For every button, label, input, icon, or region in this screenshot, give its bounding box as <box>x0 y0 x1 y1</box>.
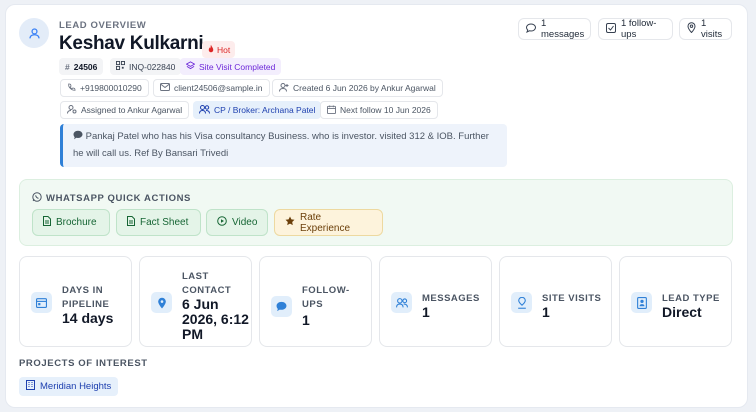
whatsapp-title: WHATSAPP QUICK ACTIONS <box>32 192 191 205</box>
metric-label: FOLLOW-UPS <box>302 285 350 310</box>
project-name: Meridian Heights <box>40 381 112 392</box>
visits-stat[interactable]: 1 visits <box>679 18 732 40</box>
checkbox-icon <box>606 22 616 36</box>
lead-note: Pankaj Patel who has his Visa consultanc… <box>60 124 507 167</box>
messages-count: 1 messages <box>541 18 585 40</box>
hot-badge-label: Hot <box>217 44 231 55</box>
fact-sheet-label: Fact Sheet <box>140 217 189 228</box>
metric-card-messages: MESSAGES 1 <box>379 256 492 347</box>
followups-count: 1 follow-ups <box>621 18 657 40</box>
metric-card-days-in-pipeline: DAYS IN PIPELINE 14 days <box>19 256 132 347</box>
brochure-button[interactable]: Brochure <box>32 209 110 236</box>
next-follow-text: Next follow 10 Jun 2026 <box>340 105 431 115</box>
broker-chip[interactable]: CP / Broker: Archana Patel <box>193 101 322 119</box>
next-follow-chip: Next follow 10 Jun 2026 <box>320 101 438 119</box>
note-text: Pankaj Patel who has his Visa consultanc… <box>73 131 489 159</box>
metric-value: 6 Jun 2026, 6:12 PM <box>182 296 249 342</box>
location-pin-icon <box>687 22 696 36</box>
rate-experience-button[interactable]: Rate Experience <box>274 209 383 236</box>
lead-overview-card: LEAD OVERVIEW Keshav Kulkarni Hot # 2450… <box>5 4 748 408</box>
fact-sheet-button[interactable]: Fact Sheet <box>116 209 201 236</box>
metric-card-follow-ups: FOLLOW-UPS 1 <box>259 256 372 347</box>
layers-icon <box>185 61 196 72</box>
play-circle-icon <box>217 216 227 229</box>
phone-chip[interactable]: +919800010290 <box>60 79 149 97</box>
stage-badge: Site Visit Completed <box>180 58 282 75</box>
video-button[interactable]: Video <box>206 209 268 236</box>
whatsapp-actions-panel: WHATSAPP QUICK ACTIONS Brochure Fact She… <box>19 179 733 246</box>
inquiry-id-chip: INQ-022840 <box>110 58 182 75</box>
metric-card-site-visits: SITE VISITS 1 <box>499 256 612 347</box>
document-icon <box>127 216 135 229</box>
broker-text: CP / Broker: Archana Patel <box>214 105 316 115</box>
star-icon <box>285 216 295 229</box>
whatsapp-icon <box>32 192 42 205</box>
metric-value: 1 <box>542 304 550 320</box>
lead-name: Keshav Kulkarni <box>59 33 204 54</box>
email-chip[interactable]: client24506@sample.in <box>153 79 270 97</box>
hot-badge: Hot <box>202 41 236 58</box>
brochure-label: Brochure <box>56 217 97 228</box>
video-label: Video <box>232 217 258 228</box>
metric-value: 14 days <box>62 310 114 326</box>
location-pin-icon <box>151 292 172 313</box>
chat-icon <box>525 22 537 36</box>
user-plus-icon <box>279 82 289 94</box>
building-icon <box>26 380 35 393</box>
id-badge-icon <box>631 292 652 313</box>
metric-label: MESSAGES <box>422 293 480 304</box>
lead-id: 24506 <box>73 61 98 72</box>
phone-icon <box>67 82 76 94</box>
inquiry-id: INQ-022840 <box>129 61 176 72</box>
visits-count: 1 visits <box>701 18 723 40</box>
user-gear-icon <box>67 104 77 116</box>
metric-card-lead-type: LEAD TYPE Direct <box>619 256 732 347</box>
metric-label: SITE VISITS <box>542 293 602 304</box>
created-text: Created 6 Jun 2026 by Ankur Agarwal <box>293 83 436 93</box>
phone-number: +919800010290 <box>80 83 142 93</box>
assigned-text: Assigned to Ankur Agarwal <box>81 105 183 115</box>
metric-value: Direct <box>662 304 702 320</box>
flame-icon <box>207 44 215 55</box>
chat-bubble-icon <box>271 296 292 317</box>
map-pin-icon <box>511 292 532 313</box>
metric-label: DAYS IN PIPELINE <box>62 285 110 310</box>
email-address: client24506@sample.in <box>174 83 263 93</box>
users-icon <box>391 292 412 313</box>
qr-icon <box>116 61 125 72</box>
section-label: LEAD OVERVIEW <box>59 20 147 31</box>
whatsapp-title-label: WHATSAPP QUICK ACTIONS <box>46 193 191 204</box>
mail-icon <box>160 83 170 93</box>
stage-label: Site Visit Completed <box>199 61 276 72</box>
calendar-icon <box>327 104 336 116</box>
project-chip-meridian-heights[interactable]: Meridian Heights <box>19 377 119 396</box>
metric-value: 1 <box>302 312 310 328</box>
calendar-icon <box>31 292 52 313</box>
user-avatar-icon <box>19 18 49 48</box>
created-chip: Created 6 Jun 2026 by Ankur Agarwal <box>272 79 443 97</box>
lead-id-chip: # 24506 <box>59 58 104 75</box>
followups-stat[interactable]: 1 follow-ups <box>598 18 673 40</box>
hash-icon: # <box>65 61 70 72</box>
messages-stat[interactable]: 1 messages <box>518 18 591 40</box>
metric-card-last-contact: LAST CONTACT 6 Jun 2026, 6:12 PM <box>139 256 252 347</box>
metric-value: 1 <box>422 304 430 320</box>
assigned-chip: Assigned to Ankur Agarwal <box>60 101 190 119</box>
users-icon <box>199 104 210 116</box>
projects-title: PROJECTS OF INTEREST <box>19 358 148 369</box>
rate-experience-label: Rate Experience <box>300 211 351 234</box>
comment-icon <box>73 130 83 146</box>
metric-label: LAST CONTACT <box>182 271 232 296</box>
document-icon <box>43 216 51 229</box>
